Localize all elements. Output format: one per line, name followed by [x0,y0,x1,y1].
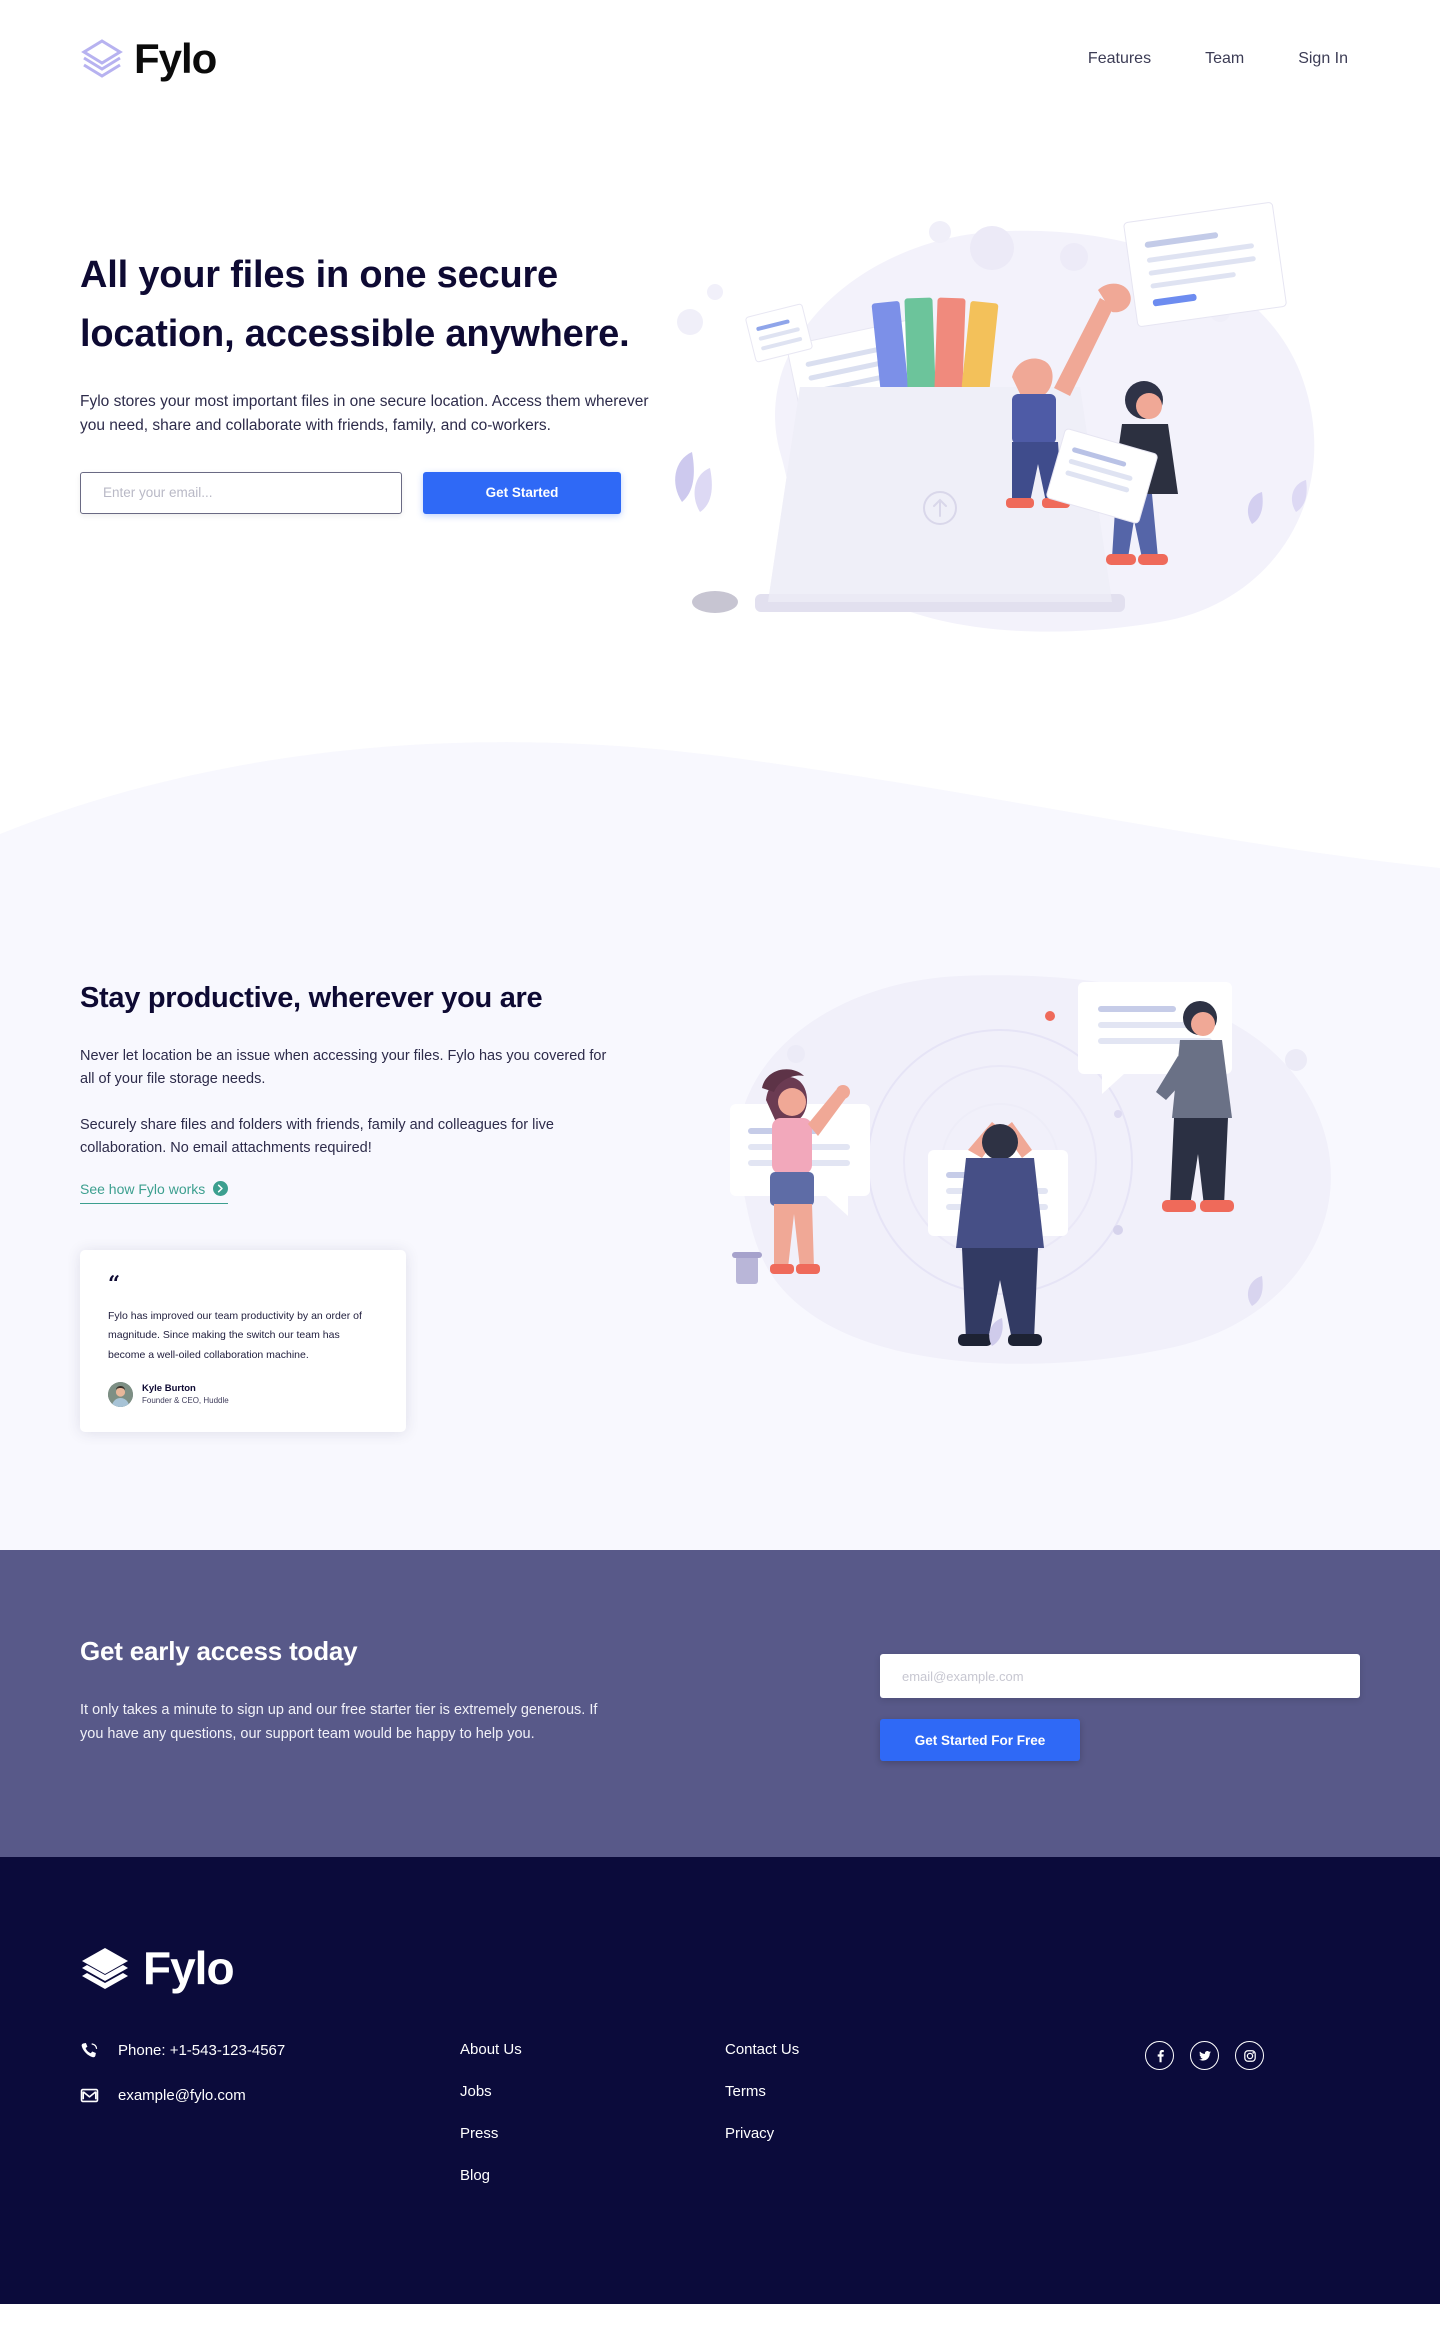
footer-link-terms[interactable]: Terms [725,2083,990,2100]
main-nav: Features Team Sign In [1088,50,1360,68]
footer-link-jobs[interactable]: Jobs [460,2083,725,2100]
footer-link-privacy[interactable]: Privacy [725,2125,990,2142]
hero-illustration [660,202,1360,702]
instagram-link[interactable] [1235,2041,1264,2071]
footer-link-blog[interactable]: Blog [460,2167,725,2184]
brand-name: Fylo [134,35,217,82]
email-icon [80,2089,99,2103]
twitter-icon [1198,2050,1211,2061]
brand-logo[interactable]: Fylo [80,35,217,83]
footer-brand-logo[interactable]: Fylo [80,1941,1360,1995]
productive-copy: Stay productive, wherever you are Never … [80,944,640,1433]
testimonial-text: Fylo has improved our team productivity … [108,1309,362,1361]
hero-copy: All your files in one secure location, a… [80,180,660,514]
see-how-fylo-works-link[interactable]: See how Fylo works [80,1180,229,1204]
hero-get-started-button[interactable]: Get Started [423,471,621,514]
productive-section: Stay productive, wherever you are Never … [0,872,1440,1551]
hero-title-line1: All your files in one secure [80,254,558,296]
footer-link-contact-us[interactable]: Contact Us [725,2041,990,2058]
site-footer: Fylo Phone: +1-543-123-4567 example@fylo… [0,1857,1440,2305]
testimonial-card: “ Fylo has improved our team productivit… [80,1249,406,1433]
person-uploading-files-to-folder-illustration [675,202,1315,632]
footer-contact-column: Phone: +1-543-123-4567 example@fylo.com [80,2041,460,2131]
footer-social-links [990,2041,1360,2071]
productive-illustration [700,962,1360,1392]
facebook-link[interactable] [1145,2041,1174,2071]
nav-link-features[interactable]: Features [1088,50,1151,68]
footer-links-column-1: About Us Jobs Press Blog [460,2041,725,2184]
hero-title-line2: location, accessible anywhere. [80,312,630,355]
testimonial-author: Kyle Burton Founder & CEO, Huddle [108,1382,378,1408]
landing-page: Fylo Features Team Sign In All your file… [0,0,1440,2305]
footer-brand-name: Fylo [143,1942,235,1995]
stacked-layers-icon [82,1948,128,1990]
cta-form: Get Started For Free [880,1636,1360,1762]
instagram-icon [1243,2049,1256,2062]
cta-get-started-free-button[interactable]: Get Started For Free [880,1719,1080,1762]
nav-link-sign-in[interactable]: Sign In [1298,50,1348,68]
hero-email-input[interactable] [80,471,402,514]
productive-paragraph-2: Securely share files and folders with fr… [80,1116,554,1157]
footer-email-text: example@fylo.com [118,2087,246,2105]
team-collaboration-illustration [730,975,1331,1364]
hero-title: All your files in one secure location, a… [80,246,660,364]
wave-divider [0,742,1440,872]
testimonial-author-name: Kyle Burton [142,1382,196,1394]
footer-link-press[interactable]: Press [460,2125,725,2142]
see-how-it-works-wrap: See how Fylo works [80,1180,229,1204]
nav-link-team[interactable]: Team [1205,50,1244,68]
cta-copy: Get early access today It only takes a m… [80,1636,680,1746]
testimonial-author-meta: Kyle Burton Founder & CEO, Huddle [142,1383,229,1407]
avatar [108,1382,133,1408]
productive-paragraph-1: Never let location be an issue when acce… [80,1048,607,1088]
facebook-icon [1157,2049,1164,2062]
early-access-section: Get early access today It only takes a m… [0,1550,1440,1858]
hero-signup-form: Get Started [80,471,660,514]
footer-email-row[interactable]: example@fylo.com [80,2086,460,2105]
footer-links-column-2: Contact Us Terms Privacy [725,2041,990,2142]
twitter-link[interactable] [1190,2041,1219,2071]
hero-section: All your files in one secure location, a… [0,118,1440,702]
footer-columns: Phone: +1-543-123-4567 example@fylo.com … [80,2041,1360,2184]
site-header: Fylo Features Team Sign In [0,0,1440,118]
hero-body: Fylo stores your most important files in… [80,392,649,434]
arrow-right-circle-icon [213,1181,229,1197]
footer-phone-text: Phone: +1-543-123-4567 [118,2042,286,2060]
footer-link-about-us[interactable]: About Us [460,2041,725,2058]
cta-title: Get early access today [80,1636,358,1667]
cta-email-input[interactable] [880,1654,1360,1699]
footer-phone-row[interactable]: Phone: +1-543-123-4567 [80,2041,460,2060]
productive-title: Stay productive, wherever you are [80,982,543,1014]
quote-mark-icon: “ [108,1270,121,1296]
cta-body: It only takes a minute to sign up and ou… [80,1702,598,1742]
see-how-fylo-works-label: See how Fylo works [80,1180,206,1197]
phone-icon [81,2043,98,2058]
stacked-layers-icon [81,39,123,78]
testimonial-author-role: Founder & CEO, Huddle [142,1395,229,1405]
